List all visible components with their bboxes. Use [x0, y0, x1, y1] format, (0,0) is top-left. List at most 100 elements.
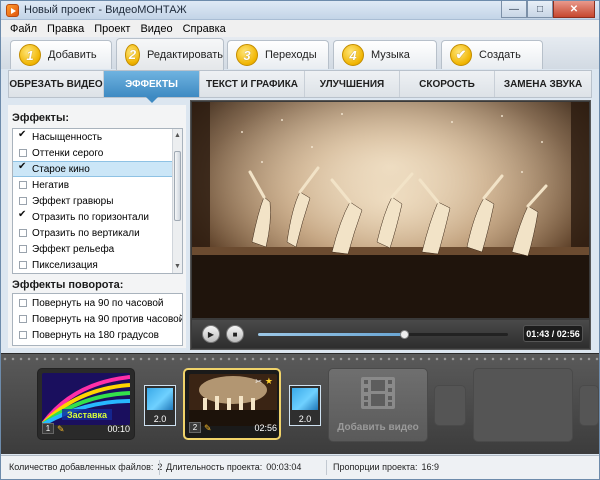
step-edit[interactable]: 2 Редактировать — [116, 38, 224, 70]
dancers-image — [192, 102, 589, 318]
list-item[interactable]: Эффект гравюры — [13, 193, 182, 209]
dancers-thumbnail-image: ★ ✂ — [189, 374, 277, 426]
step-add[interactable]: 1 Добавить — [10, 40, 112, 69]
stop-button[interactable]: ■ — [226, 325, 244, 343]
list-item-selected[interactable]: Старое кино — [13, 161, 182, 177]
tab-effects[interactable]: ЭФФЕКТЫ — [104, 71, 200, 103]
status-files: Количество добавленных файлов:2 — [9, 462, 162, 472]
workflow-steps: 1 Добавить 2 Редактировать 3 Переходы 4 … — [1, 37, 599, 70]
checkmark-icon: ✔ — [450, 44, 472, 66]
empty-clip-slot — [473, 368, 573, 442]
step-music[interactable]: 4 Музыка — [333, 40, 437, 69]
checkbox[interactable] — [19, 315, 27, 323]
duration-value: 00:03:04 — [266, 462, 302, 472]
transition-1[interactable]: 2.0 — [144, 385, 176, 426]
empty-transition-slot — [579, 385, 599, 426]
menu-project[interactable]: Проект — [89, 23, 135, 35]
scroll-up-icon[interactable]: ▲ — [174, 131, 181, 140]
checkbox[interactable] — [19, 261, 27, 269]
tab-speed[interactable]: СКОРОСТЬ — [400, 71, 495, 97]
checkbox[interactable] — [19, 331, 27, 339]
list-item[interactable]: Пикселизация — [13, 257, 182, 273]
step-number-1-icon: 1 — [19, 44, 41, 66]
clip-info-bar: 2 ✎ 02:56 — [189, 421, 277, 434]
edit-pencil-icon[interactable]: ✎ — [57, 424, 67, 434]
menu-help[interactable]: Справка — [178, 23, 231, 35]
maximize-button[interactable]: □ — [527, 1, 553, 18]
effects-list: Насыщенность Оттенки серого Старое кино … — [12, 128, 183, 274]
list-item[interactable]: Отразить по вертикали — [13, 225, 182, 241]
list-item[interactable]: Негатив — [13, 177, 182, 193]
tab-trim-video[interactable]: ОБРЕЗАТЬ ВИДЕО — [9, 71, 104, 97]
tab-replace-sound[interactable]: ЗАМЕНА ЗВУКА — [495, 71, 591, 97]
edit-pencil-icon[interactable]: ✎ — [204, 423, 214, 433]
checkbox-checked[interactable] — [18, 209, 27, 221]
step-number-3-icon: 3 — [236, 44, 258, 66]
checkbox[interactable] — [19, 149, 27, 157]
transition-2[interactable]: 2.0 — [289, 385, 321, 426]
step-transitions[interactable]: 3 Переходы — [227, 40, 329, 69]
effect-label: Отразить по вертикали — [32, 227, 140, 239]
effect-label: Эффект гравюры — [32, 195, 114, 207]
step-label: Добавить — [48, 49, 97, 61]
checkbox-checked[interactable] — [18, 129, 27, 141]
effect-label: Старое кино — [32, 163, 90, 175]
tab-text-graphics[interactable]: ТЕКСТ И ГРАФИКА — [200, 71, 305, 97]
clip-1[interactable]: Заставка 1 ✎ 00:10 — [37, 368, 135, 440]
status-divider — [159, 460, 160, 475]
step-label: Переходы — [265, 49, 317, 61]
status-bar: Количество добавленных файлов:2 Длительн… — [1, 455, 599, 479]
play-button[interactable]: ▶ — [202, 325, 220, 343]
list-item[interactable]: Повернуть на 180 градусов — [13, 327, 182, 343]
checkbox[interactable] — [19, 197, 27, 205]
clip-thumbnail: Заставка — [42, 373, 130, 425]
transition-thumbnail — [292, 388, 318, 410]
step-label: Создать — [479, 49, 521, 61]
seek-bar-fill — [258, 333, 405, 336]
close-button[interactable]: ✕ — [553, 1, 595, 18]
list-item[interactable]: Насыщенность — [13, 129, 182, 145]
effects-scrollbar[interactable]: ▲ ▼ — [172, 129, 182, 273]
menu-edit[interactable]: Правка — [42, 23, 89, 35]
scroll-down-icon[interactable]: ▼ — [174, 262, 181, 271]
app-window: Новый проект - ВидеоМОНТАЖ — □ ✕ Файл Пр… — [0, 0, 600, 480]
scroll-thumb[interactable] — [174, 151, 181, 221]
list-item[interactable]: Оттенки серого — [13, 145, 182, 161]
add-video-button[interactable]: Добавить видео — [328, 368, 428, 442]
seek-handle[interactable] — [400, 330, 410, 339]
list-item[interactable]: Отразить по горизонтали — [13, 209, 182, 225]
step-number-2-icon: 2 — [125, 43, 140, 66]
clip-duration: 00:10 — [107, 423, 130, 434]
list-item[interactable]: Повернуть на 90 против часовой — [13, 311, 182, 327]
clip-title: Заставка — [67, 410, 108, 420]
seek-bar[interactable] — [258, 330, 508, 339]
svg-text:★: ★ — [265, 376, 273, 386]
minimize-button[interactable]: — — [501, 1, 527, 18]
list-item[interactable]: Повернуть на 90 по часовой — [13, 295, 182, 311]
effect-label: Негатив — [32, 179, 70, 191]
checkbox[interactable] — [19, 299, 27, 307]
checkbox-checked[interactable] — [18, 161, 27, 173]
player-controls: ▶ ■ 01:43 / 02:56 — [192, 320, 589, 348]
tab-improvements[interactable]: УЛУЧШЕНИЯ — [305, 71, 400, 97]
checkbox[interactable] — [19, 229, 27, 237]
menu-video[interactable]: Видео — [135, 23, 177, 35]
svg-text:✂: ✂ — [255, 377, 262, 386]
film-strip-icon — [361, 377, 395, 409]
checkbox[interactable] — [19, 181, 27, 189]
menu-file[interactable]: Файл — [5, 23, 42, 35]
add-video-label: Добавить видео — [337, 422, 419, 433]
checkbox[interactable] — [19, 245, 27, 253]
step-label: Редактировать — [147, 48, 223, 61]
list-item[interactable]: Эффект рельефа — [13, 241, 182, 257]
title-bar[interactable]: Новый проект - ВидеоМОНТАЖ — □ ✕ — [1, 1, 599, 20]
step-create[interactable]: ✔ Создать — [441, 40, 543, 69]
rotation-label: Повернуть на 90 по часовой — [32, 297, 164, 309]
intro-thumbnail-image: Заставка — [42, 373, 130, 425]
clip-2[interactable]: ★ ✂ 2 ✎ 02:56 — [183, 368, 281, 440]
clip-duration: 02:56 — [254, 422, 277, 433]
rotation-label: Повернуть на 90 против часовой — [32, 313, 183, 325]
status-ratio: Пропорции проекта: 16:9 — [333, 462, 439, 472]
video-frame — [192, 102, 589, 318]
status-duration: Длительность проекта: 00:03:04 — [166, 462, 301, 472]
